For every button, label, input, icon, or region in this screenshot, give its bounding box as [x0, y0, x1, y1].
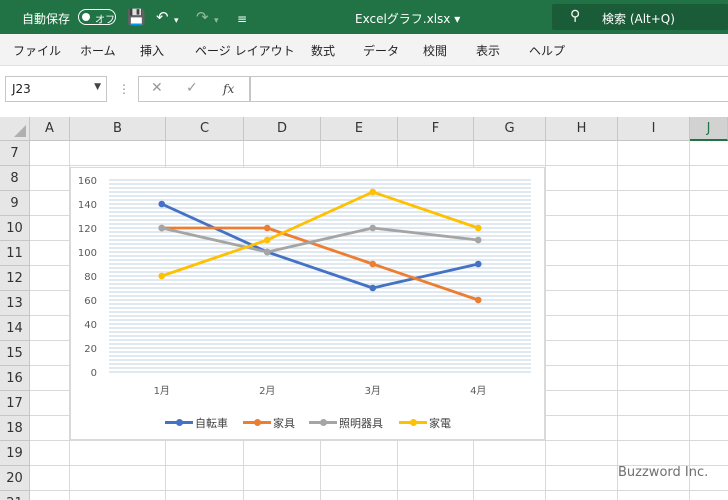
data-point[interactable] [474, 296, 482, 304]
row-header-15[interactable]: 15 [0, 341, 30, 366]
column-header-c[interactable]: C [166, 117, 244, 141]
data-point[interactable] [158, 272, 166, 280]
customize-toolbar-icon[interactable]: ≡ [237, 10, 247, 28]
legend-marker [410, 419, 417, 426]
column-header-e[interactable]: E [321, 117, 398, 141]
autosave-label: 自動保存 [22, 12, 71, 26]
legend-marker [320, 419, 327, 426]
y-tick-label: 40 [84, 320, 97, 331]
legend-marker [176, 419, 183, 426]
data-point[interactable] [474, 236, 482, 244]
row-header-12[interactable]: 12 [0, 266, 30, 291]
line-chart[interactable]: 0 20 40 60 80 100 120 140 160 1月 2月 3月 4月 自転車 家具 照明器具 家… [70, 167, 545, 440]
column-header-d[interactable]: D [244, 117, 321, 141]
row-header-11[interactable]: 11 [0, 241, 30, 266]
column-header-j[interactable]: J [690, 117, 728, 141]
search-label: 検索 (Alt+Q) [602, 12, 675, 26]
chart-plot: 0 20 40 60 80 100 120 140 160 1月 2月 3月 4月 [78, 176, 531, 397]
undo-dropdown-icon[interactable]: ▾ [174, 12, 179, 30]
row-header-7[interactable]: 7 [0, 141, 30, 166]
legend-marker [254, 419, 261, 426]
more-icon[interactable]: ⋮ [118, 82, 130, 96]
legend-label: 自転車 [195, 417, 228, 430]
row-header-20[interactable]: 20 [0, 466, 30, 491]
legend-label: 照明器具 [339, 417, 383, 430]
formula-buttons: ✕ ✓ fx [138, 76, 250, 102]
row-header-17[interactable]: 17 [0, 391, 30, 416]
file-name[interactable]: Excelグラフ.xlsx ▾ [355, 10, 460, 27]
row-header-14[interactable]: 14 [0, 316, 30, 341]
data-point[interactable] [158, 224, 166, 232]
column-header-h[interactable]: H [546, 117, 618, 141]
formula-input[interactable] [250, 76, 728, 102]
name-box[interactable]: J23 ▼ [5, 76, 107, 102]
y-tick-label: 60 [84, 296, 97, 307]
y-tick-label: 140 [78, 200, 97, 211]
row-header-16[interactable]: 16 [0, 366, 30, 391]
menu-view[interactable]: 表示 [476, 42, 500, 59]
row-header-13[interactable]: 13 [0, 291, 30, 316]
data-point[interactable] [369, 260, 377, 268]
name-box-value: J23 [12, 82, 31, 96]
data-point[interactable] [369, 284, 377, 292]
column-header-b[interactable]: B [70, 117, 166, 141]
undo-icon[interactable]: ↶ [156, 8, 169, 26]
legend-label: 家具 [273, 417, 295, 430]
redo-dropdown-icon[interactable]: ▾ [214, 12, 219, 30]
data-point[interactable] [263, 236, 271, 244]
row-header-19[interactable]: 19 [0, 441, 30, 466]
enter-icon[interactable]: ✓ [186, 80, 198, 96]
autosave-state: オフ [95, 15, 115, 26]
menu-data[interactable]: データ [363, 42, 399, 59]
column-header-f[interactable]: F [398, 117, 474, 141]
insert-function-icon[interactable]: fx [223, 82, 234, 96]
data-point[interactable] [369, 188, 377, 196]
x-tick-label: 3月 [365, 385, 381, 397]
column-header-g[interactable]: G [474, 117, 546, 141]
toggle-knob [82, 13, 90, 21]
menu-bar: ファイル ホーム 挿入 ページ レイアウト 数式 データ 校閲 表示 ヘルプ [0, 34, 728, 66]
x-tick-label: 4月 [470, 385, 486, 397]
row-header-8[interactable]: 8 [0, 166, 30, 191]
menu-page-layout[interactable]: ページ レイアウト [195, 42, 295, 59]
search-icon: ⚲ [570, 8, 581, 24]
x-tick-label: 2月 [259, 385, 275, 397]
data-point[interactable] [263, 248, 271, 256]
column-header-a[interactable]: A [30, 117, 70, 141]
chevron-down-icon[interactable]: ▼ [94, 82, 101, 92]
save-icon[interactable]: 💾 [127, 8, 146, 26]
y-tick-label: 160 [78, 176, 97, 187]
data-point[interactable] [474, 260, 482, 268]
watermark: Buzzword Inc. [618, 465, 709, 480]
y-tick-label: 20 [84, 344, 97, 355]
select-all-button[interactable] [0, 117, 30, 141]
y-tick-label: 80 [84, 272, 97, 283]
redo-icon[interactable]: ↷ [196, 8, 209, 26]
row-header-10[interactable]: 10 [0, 216, 30, 241]
row-header-9[interactable]: 9 [0, 191, 30, 216]
row-header-21[interactable]: 21 [0, 491, 30, 500]
cancel-icon[interactable]: ✕ [151, 80, 163, 96]
menu-home[interactable]: ホーム [80, 42, 116, 59]
y-tick-label: 100 [78, 248, 97, 259]
autosave-toggle[interactable]: オフ [78, 9, 116, 26]
row-header-18[interactable]: 18 [0, 416, 30, 441]
data-point[interactable] [263, 224, 271, 232]
menu-help[interactable]: ヘルプ [529, 42, 565, 59]
data-point[interactable] [158, 200, 166, 208]
menu-insert[interactable]: 挿入 [140, 42, 164, 59]
title-bar: 自動保存 オフ 💾 ↶ ▾ ↷ ▾ ≡ Excelグラフ.xlsx ▾ ⚲ 検索… [0, 0, 728, 34]
search-box[interactable]: ⚲ 検索 (Alt+Q) [552, 4, 728, 30]
legend-label: 家電 [429, 417, 451, 430]
y-tick-label: 120 [78, 224, 97, 235]
menu-file[interactable]: ファイル [13, 42, 61, 59]
data-point[interactable] [474, 224, 482, 232]
formula-bar: J23 ▼ ⋮ ✕ ✓ fx [0, 66, 728, 120]
menu-formulas[interactable]: 数式 [311, 42, 335, 59]
y-tick-label: 0 [91, 368, 97, 379]
menu-review[interactable]: 校閲 [423, 42, 447, 59]
data-point[interactable] [369, 224, 377, 232]
column-header-i[interactable]: I [618, 117, 690, 141]
x-tick-label: 1月 [154, 385, 170, 397]
